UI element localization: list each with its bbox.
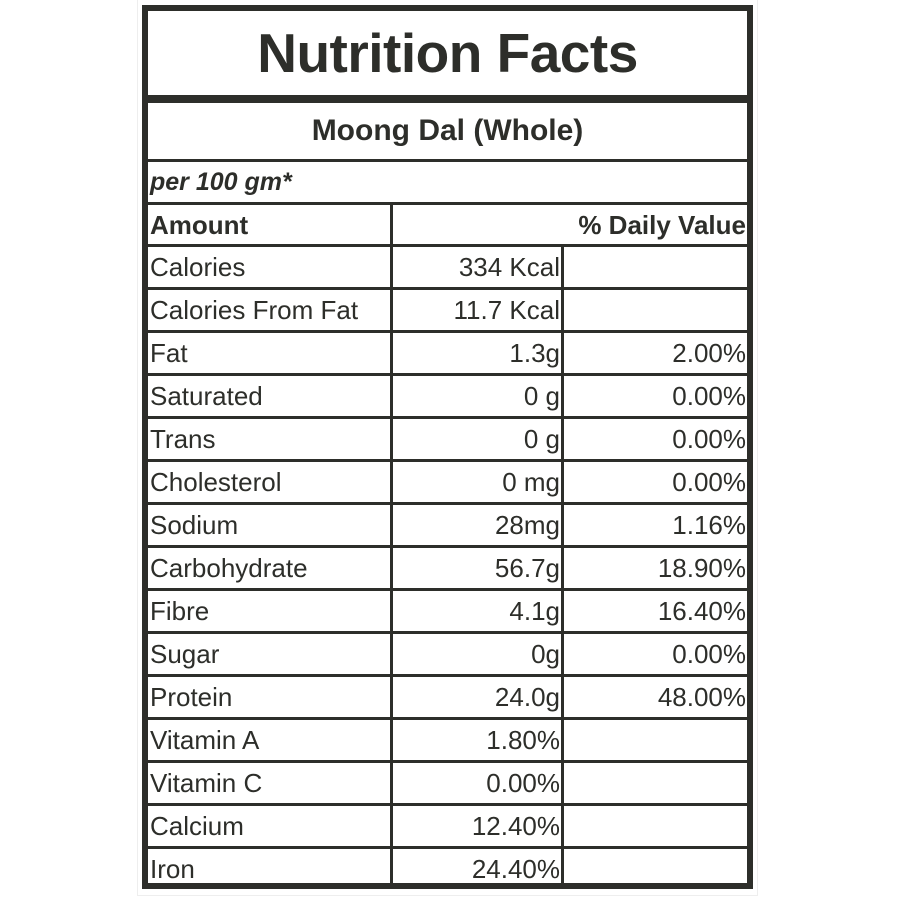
nutrient-name: Sugar bbox=[150, 638, 220, 669]
title-divider bbox=[148, 95, 747, 103]
nutrient-amount: 334 Kcal bbox=[458, 251, 560, 282]
product-name: Moong Dal (Whole) bbox=[311, 114, 584, 147]
nutrient-amount: 24.0g bbox=[494, 681, 560, 712]
nutrient-amount: 0.00% bbox=[486, 767, 560, 798]
nutrient-row: Cholesterol 0 mg 0.00% bbox=[148, 459, 747, 502]
nutrient-name: Calcium bbox=[150, 810, 244, 841]
nutrient-name: Sodium bbox=[150, 509, 239, 540]
nutrient-daily-value bbox=[566, 763, 746, 803]
nutrient-daily-value: 1.16% bbox=[672, 509, 746, 540]
nutrient-row: Carbohydrate 56.7g 18.90% bbox=[148, 545, 747, 588]
nutrient-amount: 0 mg bbox=[502, 466, 560, 497]
nutrient-name: Protein bbox=[150, 681, 233, 712]
nutrient-row: Sodium 28mg 1.16% bbox=[148, 502, 747, 545]
nutrient-row: Trans 0 g 0.00% bbox=[148, 416, 747, 459]
nutrient-daily-value: 18.90% bbox=[657, 552, 746, 583]
nutrient-amount: 56.7g bbox=[494, 552, 560, 583]
nutrient-daily-value: 0.00% bbox=[672, 380, 746, 411]
nutrient-row: Protein 24.0g 48.00% bbox=[148, 674, 747, 717]
nutrient-row: Sugar 0g 0.00% bbox=[148, 631, 747, 674]
header-amount: Amount bbox=[150, 209, 249, 240]
nutrient-name: Carbohydrate bbox=[150, 552, 308, 583]
nutrient-amount: 0 g bbox=[523, 380, 560, 411]
nutrient-name: Fibre bbox=[150, 595, 210, 626]
nutrient-amount: 1.80% bbox=[486, 724, 560, 755]
nutrient-name: Vitamin C bbox=[150, 767, 263, 798]
nutrient-amount: 1.3g bbox=[509, 337, 560, 368]
nutrient-amount: 0g bbox=[531, 638, 560, 669]
nutrient-amount: 12.40% bbox=[471, 810, 560, 841]
nutrient-daily-value bbox=[566, 290, 746, 330]
nutrient-row: Calories From Fat 11.7 Kcal bbox=[148, 287, 747, 330]
nutrient-amount: 28mg bbox=[494, 509, 560, 540]
nutrient-name: Cholesterol bbox=[150, 466, 282, 497]
nutrient-name: Fat bbox=[150, 337, 188, 368]
header-daily-value: % Daily Value bbox=[578, 209, 746, 240]
nutrient-amount: 0 g bbox=[523, 423, 560, 454]
nutrient-daily-value: 16.40% bbox=[657, 595, 746, 626]
nutrient-name: Calories From Fat bbox=[150, 294, 359, 325]
nutrient-daily-value bbox=[566, 720, 746, 760]
nutrient-daily-value: 2.00% bbox=[672, 337, 746, 368]
serving-size: per 100 gm* bbox=[150, 167, 292, 196]
nutrient-daily-value: 0.00% bbox=[672, 466, 746, 497]
nutrient-daily-value: 48.00% bbox=[657, 681, 746, 712]
nutrient-amount: 24.40% bbox=[471, 853, 560, 884]
nutrient-row: Vitamin A 1.80% bbox=[148, 717, 747, 760]
nutrient-row: Calcium 12.40% bbox=[148, 803, 747, 846]
label-title: Nutrition Facts bbox=[257, 22, 638, 84]
nutrient-daily-value bbox=[566, 247, 746, 287]
nutrient-row: Calories 334 Kcal bbox=[148, 244, 747, 287]
nutrient-row: Saturated 0 g 0.00% bbox=[148, 373, 747, 416]
nutrient-daily-value bbox=[566, 849, 746, 889]
nutrient-daily-value: 0.00% bbox=[672, 638, 746, 669]
nutrient-row: Vitamin C 0.00% bbox=[148, 760, 747, 803]
nutrient-row: Fat 1.3g 2.00% bbox=[148, 330, 747, 373]
nutrient-name: Saturated bbox=[150, 380, 263, 411]
nutrition-facts-label: Nutrition Facts Moong Dal (Whole) per 10… bbox=[142, 5, 753, 889]
nutrient-row: Iron 24.40% bbox=[148, 846, 747, 889]
nutrient-name: Vitamin A bbox=[150, 724, 260, 755]
nutrient-amount: 11.7 Kcal bbox=[453, 294, 560, 325]
nutrient-name: Calories bbox=[150, 251, 246, 282]
nutrient-amount: 4.1g bbox=[509, 595, 560, 626]
nutrient-daily-value bbox=[566, 806, 746, 846]
nutrient-name: Iron bbox=[150, 853, 195, 884]
nutrient-daily-value: 0.00% bbox=[672, 423, 746, 454]
nutrient-row: Fibre 4.1g 16.40% bbox=[148, 588, 747, 631]
nutrient-name: Trans bbox=[150, 423, 216, 454]
